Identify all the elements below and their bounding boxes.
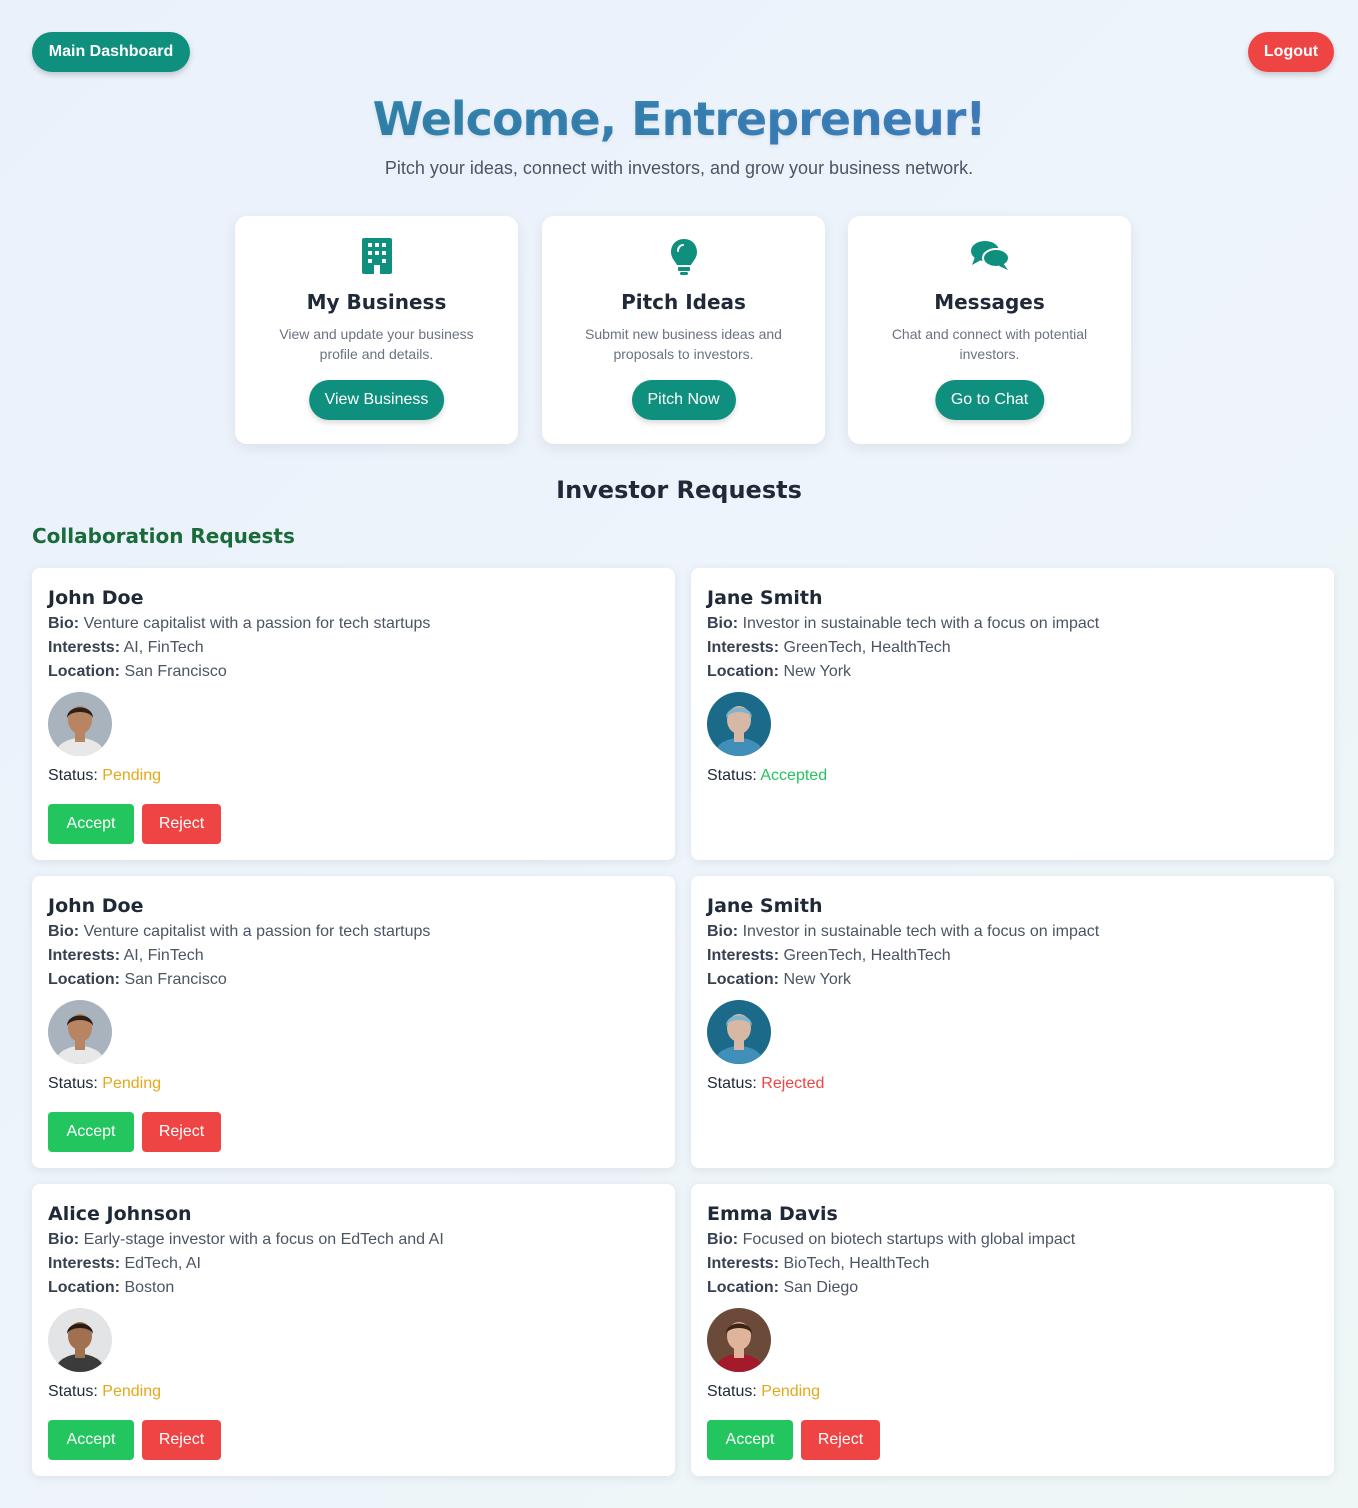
investor-location: Location: New York (707, 971, 852, 988)
request-card: John Doe Bio: Venture capitalist with a … (32, 876, 675, 1168)
investor-interests: Interests: EdTech, AI (48, 1255, 201, 1272)
main-dashboard-button[interactable]: Main Dashboard (32, 32, 190, 72)
investor-requests-heading: Investor Requests (556, 476, 802, 504)
investor-name: Emma Davis (707, 1203, 838, 1225)
my-business-card: My Business View and update your busines… (235, 216, 518, 444)
reject-button[interactable]: Reject (142, 1112, 221, 1152)
status-badge: Rejected (761, 1075, 825, 1092)
investor-bio: Bio: Early-stage investor with a focus o… (48, 1231, 444, 1248)
request-status: Status: Pending (707, 1383, 820, 1400)
request-status: Status: Pending (48, 1075, 161, 1092)
investor-location: Location: San Diego (707, 1279, 859, 1296)
investor-interests: Interests: AI, FinTech (48, 947, 204, 964)
reject-button[interactable]: Reject (142, 1420, 221, 1460)
request-status: Status: Pending (48, 1383, 161, 1400)
investor-bio: Bio: Venture capitalist with a passion f… (48, 923, 431, 940)
feature-description: Submit new business ideas and proposals … (585, 326, 782, 362)
reject-button[interactable]: Reject (142, 804, 221, 844)
reject-button[interactable]: Reject (801, 1420, 880, 1460)
investor-bio: Bio: Investor in sustainable tech with a… (707, 615, 1100, 632)
feature-title: Messages (934, 290, 1045, 314)
request-status: Status: Accepted (707, 767, 828, 784)
logout-button[interactable]: Logout (1248, 32, 1334, 72)
investor-location: Location: San Francisco (48, 971, 227, 988)
feature-description: View and update your business profile an… (279, 326, 474, 362)
request-card: Jane Smith Bio: Investor in sustainable … (691, 568, 1334, 860)
investor-bio: Bio: Focused on biotech startups with gl… (707, 1231, 1076, 1248)
view-business-button[interactable]: View Business (308, 380, 445, 420)
request-card: John Doe Bio: Venture capitalist with a … (32, 568, 675, 860)
go-to-chat-button[interactable]: Go to Chat (934, 380, 1045, 420)
messages-card: Messages Chat and connect with potential… (848, 216, 1131, 444)
page-subtitle: Pitch your ideas, connect with investors… (384, 158, 974, 178)
investor-location: Location: New York (707, 663, 852, 680)
investor-name: John Doe (48, 895, 144, 917)
accept-button[interactable]: Accept (48, 1420, 134, 1460)
investor-name: Jane Smith (707, 587, 823, 609)
pitch-now-button[interactable]: Pitch Now (631, 380, 736, 420)
avatar (707, 692, 771, 756)
status-badge: Pending (102, 1383, 161, 1400)
investor-interests: Interests: GreenTech, HealthTech (707, 639, 951, 656)
request-card: Emma Davis Bio: Focused on biotech start… (691, 1184, 1334, 1476)
request-status: Status: Pending (48, 767, 161, 784)
accept-button[interactable]: Accept (707, 1420, 793, 1460)
investor-interests: Interests: AI, FinTech (48, 639, 204, 656)
accept-button[interactable]: Accept (48, 804, 134, 844)
feature-description: Chat and connect with potential investor… (891, 326, 1088, 362)
status-badge: Accepted (760, 767, 828, 784)
chat-bubbles-icon (848, 238, 1131, 278)
accept-button[interactable]: Accept (48, 1112, 134, 1152)
investor-bio: Bio: Venture capitalist with a passion f… (48, 615, 431, 632)
status-badge: Pending (761, 1383, 820, 1400)
feature-title: Pitch Ideas (621, 290, 746, 314)
pitch-ideas-card: Pitch Ideas Submit new business ideas an… (542, 216, 825, 444)
collaboration-requests-heading: Collaboration Requests (32, 524, 295, 548)
avatar (707, 1308, 771, 1372)
investor-location: Location: Boston (48, 1279, 175, 1296)
status-badge: Pending (102, 1075, 161, 1092)
investor-name: Jane Smith (707, 895, 823, 917)
investor-name: Alice Johnson (48, 1203, 192, 1225)
investor-interests: Interests: GreenTech, HealthTech (707, 947, 951, 964)
investor-location: Location: San Francisco (48, 663, 227, 680)
investor-interests: Interests: BioTech, HealthTech (707, 1255, 930, 1272)
request-status: Status: Rejected (707, 1075, 825, 1092)
investor-name: John Doe (48, 587, 144, 609)
page-title: Welcome, Entrepreneur! (0, 92, 1358, 146)
avatar (48, 1308, 112, 1372)
request-card: Jane Smith Bio: Investor in sustainable … (691, 876, 1334, 1168)
avatar (48, 1000, 112, 1064)
feature-title: My Business (306, 290, 447, 314)
lightbulb-icon (542, 238, 825, 278)
avatar (48, 692, 112, 756)
building-icon (235, 238, 518, 278)
avatar (707, 1000, 771, 1064)
investor-bio: Bio: Investor in sustainable tech with a… (707, 923, 1100, 940)
status-badge: Pending (102, 767, 161, 784)
request-card: Alice Johnson Bio: Early-stage investor … (32, 1184, 675, 1476)
